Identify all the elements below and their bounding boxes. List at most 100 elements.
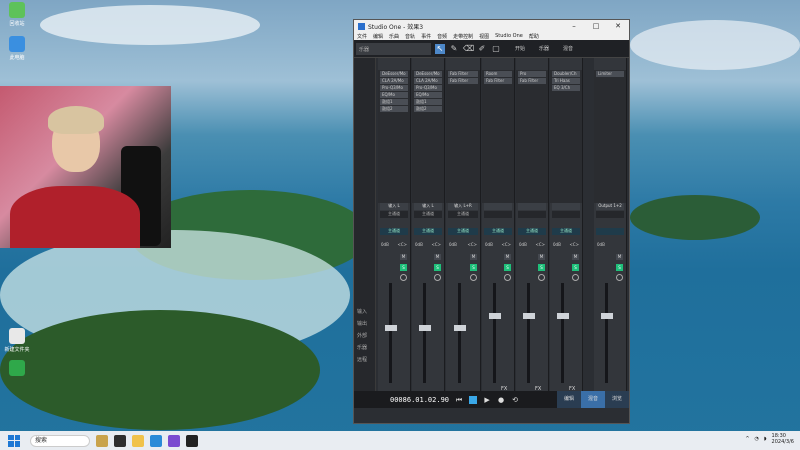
insert-slots[interactable]: DeEsser/Mo CLA 2A/Mo Pro-Q3/Mo EQ/Mo 鼓组1 鼓组2 [412, 70, 444, 203]
menu-item[interactable]: 音频 [437, 33, 447, 40]
plugin-slot[interactable]: 鼓组1 [380, 99, 408, 105]
channel-strip[interactable]: LimiterOutput 1+20dBMS主通道 [594, 58, 627, 408]
solo-button[interactable]: S [616, 264, 623, 271]
plugin-slot[interactable]: CLA 2A/Mo [380, 78, 408, 84]
desktop-icon-folder[interactable]: 新建文件夹 [0, 328, 34, 353]
studio-one-icon[interactable] [186, 434, 198, 447]
desktop-icon-pc[interactable]: 此电脑 [0, 36, 34, 61]
plugin-slot[interactable]: 鼓组1 [414, 99, 442, 105]
channel-name[interactable]: 输入 L [414, 203, 442, 210]
menu-item[interactable]: 文件 [357, 33, 367, 40]
plugin-slot[interactable]: 鼓组2 [414, 106, 442, 112]
plugin-slot[interactable]: CLA 2A/Mo [414, 78, 442, 84]
side-label[interactable]: 外部 [357, 332, 367, 339]
plugin-slot[interactable]: Fab Filter [448, 78, 478, 84]
channel-output[interactable] [596, 228, 624, 235]
clock[interactable]: 18:30 2024/3/6 [772, 433, 794, 445]
solo-button[interactable]: S [538, 264, 545, 271]
mute-button[interactable]: M [538, 254, 545, 260]
channel-output[interactable]: 主通道 [552, 228, 580, 235]
channel-strip[interactable]: Fab Filter Fab Filter 输入 L+R 主通道 主通道 0dB <C> M S… [446, 58, 481, 408]
plugin-slot[interactable]: DeEsser/Mo [380, 71, 408, 77]
channel-strip[interactable]: DeEsser/Mo CLA 2A/Mo Pro-Q3/Mo EQ/Mo 鼓组1 鼓组2 输… [378, 58, 411, 408]
tab-edit[interactable]: 编辑 [557, 391, 581, 408]
tab-browse[interactable]: 浏览 [605, 391, 629, 408]
pan-readout[interactable]: <C> [570, 242, 580, 247]
channel-io[interactable] [518, 211, 546, 218]
fader-track[interactable] [423, 283, 426, 383]
insert-slots[interactable]: Room ReverbFab Filter [482, 70, 514, 203]
pan-readout[interactable]: <C> [468, 242, 478, 247]
plugin-slot[interactable]: Limiter [596, 71, 624, 77]
menu-item[interactable]: 走带控制 [453, 33, 473, 40]
pan-readout[interactable]: <C> [536, 242, 546, 247]
pan-readout[interactable]: <C> [502, 242, 512, 247]
pencil-tool-icon[interactable]: ✎ [449, 44, 459, 54]
insert-slots[interactable]: Fab Filter Fab Filter [446, 70, 480, 203]
fader-track[interactable] [458, 283, 461, 383]
plugin-slot[interactable]: Tri Haas [552, 78, 580, 84]
channel-io[interactable]: 主通道 [448, 211, 478, 218]
menu-item[interactable]: 事件 [421, 33, 431, 40]
channel-name[interactable] [484, 203, 512, 210]
pan-readout[interactable]: <C> [432, 242, 442, 247]
channel-strip[interactable]: Room ReverbFab Filter主通道0dB<C>MSFX自动: 关 [482, 58, 515, 408]
insert-slots[interactable]: Pro DelayGenFab Filter [516, 70, 548, 203]
plugin-slot[interactable]: Pro-Q3/Mo [380, 85, 408, 91]
chevron-up-icon[interactable]: ^ [745, 436, 749, 442]
eraser-tool-icon[interactable]: ⌫ [463, 44, 474, 54]
minimize-icon[interactable]: – [563, 22, 585, 30]
channel-output[interactable]: 主通道 [414, 228, 442, 235]
channel-name[interactable]: 输入 L+R [448, 203, 478, 210]
monitor-icon[interactable] [470, 274, 477, 281]
solo-button[interactable]: S [504, 264, 511, 271]
plugin-slot[interactable]: Doubler/Ch [552, 71, 580, 77]
brush-tool-icon[interactable]: ✐ [477, 44, 487, 54]
app-icon[interactable] [96, 434, 108, 447]
arrow-tool-icon[interactable]: ↖ [435, 43, 445, 54]
plugin-slot[interactable]: Room Reverb [484, 71, 512, 77]
side-label[interactable]: 乐器 [357, 344, 367, 351]
channel-strip[interactable]: Doubler/ChTri HaasEQ 3/Ch主通道0dB<C>MSFX自动… [550, 58, 583, 408]
monitor-icon[interactable] [434, 274, 441, 281]
rewind-icon[interactable]: ⏮ [455, 396, 463, 404]
fader-track[interactable] [389, 283, 392, 383]
fader-handle[interactable] [523, 313, 535, 319]
solo-button[interactable]: S [434, 264, 441, 271]
desktop-icon-recycle[interactable]: 回收站 [0, 2, 34, 27]
channel-name[interactable]: Output 1+2 [596, 203, 624, 210]
toolbar-tab[interactable]: 乐器 [539, 45, 549, 52]
channel-strip[interactable]: DeEsser/Mo CLA 2A/Mo Pro-Q3/Mo EQ/Mo 鼓组1 鼓组2 输… [412, 58, 445, 408]
menu-item[interactable]: Studio One [495, 33, 523, 39]
menu-item[interactable]: 帮助 [529, 33, 539, 40]
solo-button[interactable]: S [470, 264, 477, 271]
fader-handle[interactable] [601, 313, 613, 319]
insert-slots[interactable]: Doubler/Ch Tri Haas EQ 3/Ch [550, 70, 582, 203]
monitor-icon[interactable] [400, 274, 407, 281]
preset-selector[interactable]: 乐器 [356, 42, 431, 55]
solo-button[interactable]: S [572, 264, 579, 271]
start-button[interactable] [8, 434, 20, 447]
side-label[interactable]: 输出 [357, 320, 367, 327]
tab-mix[interactable]: 混音 [581, 391, 605, 408]
monitor-icon[interactable] [572, 274, 579, 281]
mute-button[interactable]: M [572, 254, 579, 260]
plugin-slot[interactable]: Pro DelayGen [518, 71, 546, 77]
plugin-slot[interactable]: EQ/Mo [414, 92, 442, 98]
menu-item[interactable]: 乐曲 [389, 33, 399, 40]
mute-button[interactable]: M [616, 254, 623, 260]
plugin-slot[interactable]: Pro-Q3/Mo [414, 85, 442, 91]
mute-tool-icon[interactable]: ▢ [491, 44, 501, 54]
plugin-slot[interactable]: DeEsser/Mo [414, 71, 442, 77]
channel-name[interactable]: 输入 L [380, 203, 408, 210]
plugin-slot[interactable]: Fab Filter [484, 78, 512, 84]
folder-icon[interactable] [132, 434, 144, 447]
plugin-slot[interactable]: Fab Filter [448, 71, 478, 77]
fader-track[interactable] [493, 283, 496, 383]
fader-handle[interactable] [454, 325, 466, 331]
fader-handle[interactable] [557, 313, 569, 319]
fader-handle[interactable] [419, 325, 431, 331]
channel-io[interactable]: 主通道 [380, 211, 408, 218]
channel-io[interactable] [552, 211, 580, 218]
record-icon[interactable]: ● [497, 396, 505, 404]
